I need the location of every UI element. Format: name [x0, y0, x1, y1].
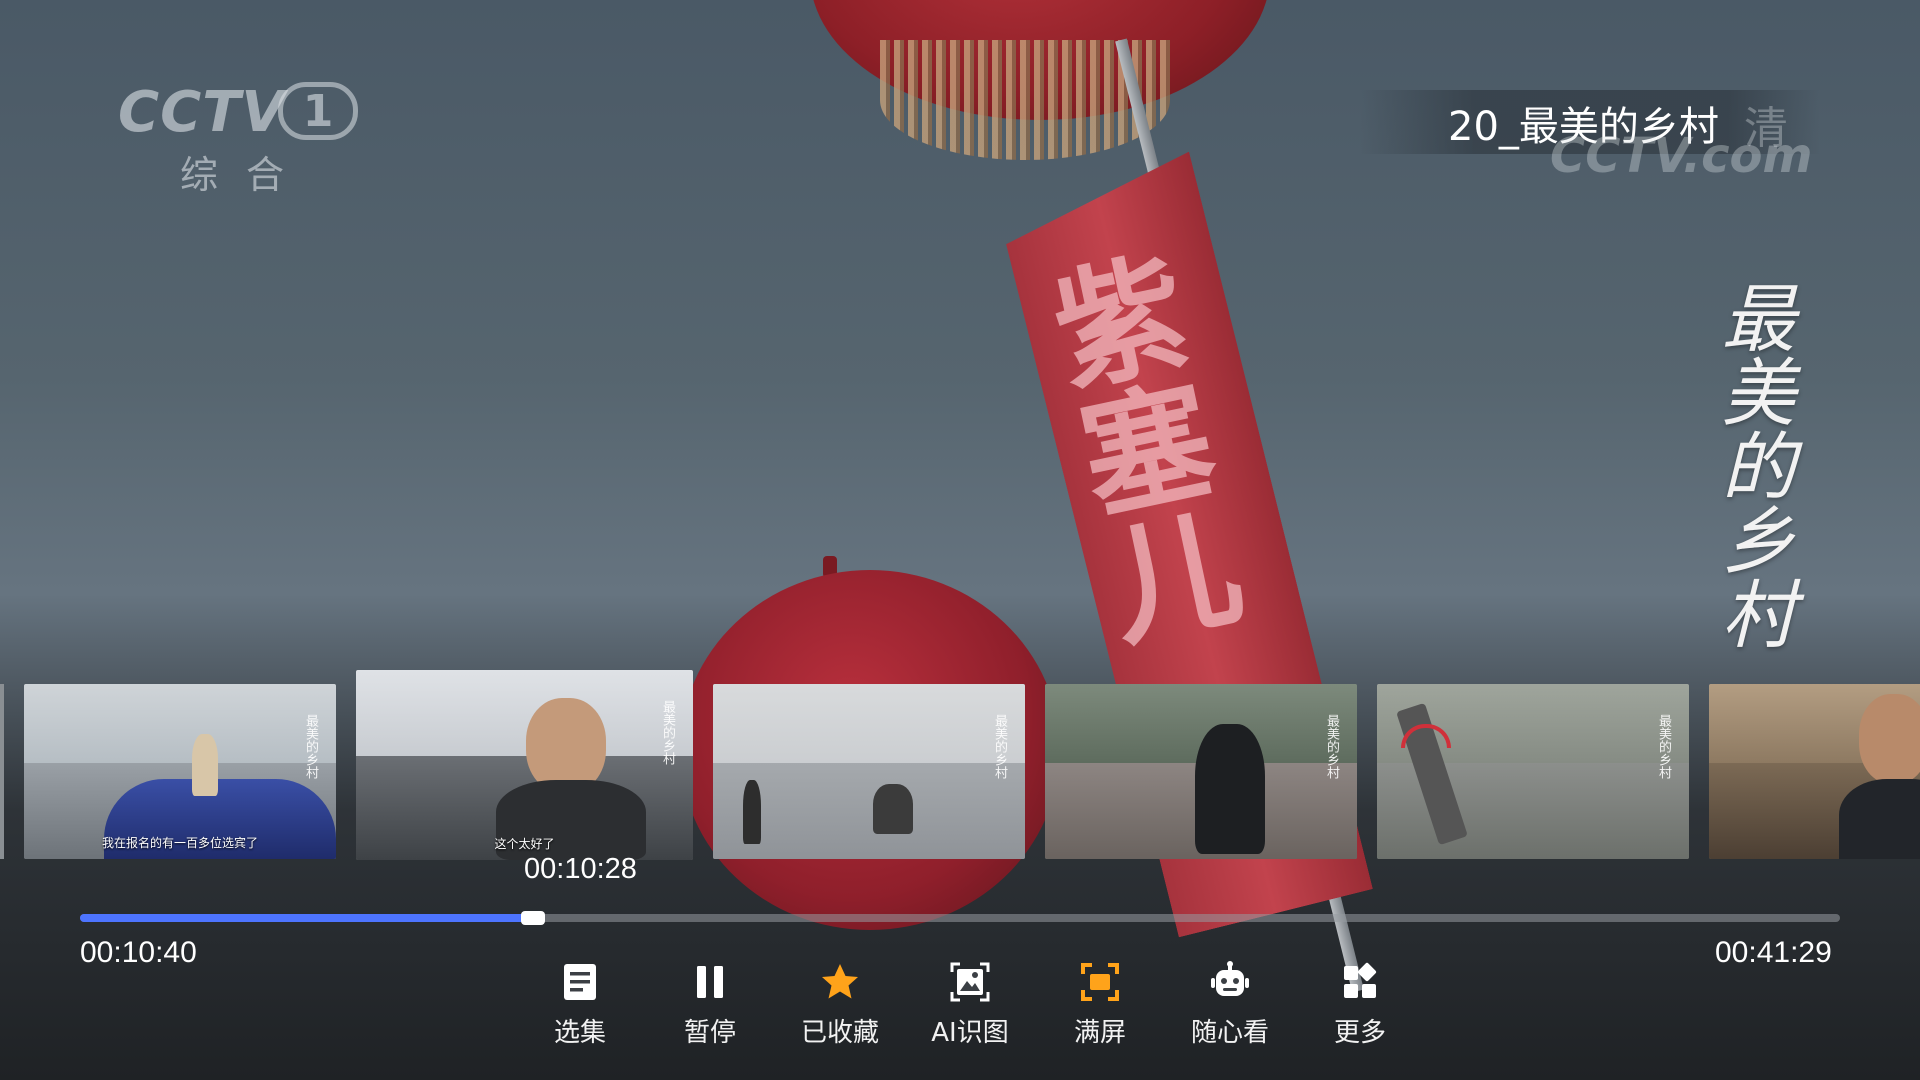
person-jacket [1839, 779, 1920, 859]
more-button[interactable]: 更多 [1300, 956, 1420, 1056]
thumbnail[interactable] [1709, 684, 1920, 859]
person [743, 780, 761, 844]
channel-brand: CCTV [118, 80, 286, 145]
episodes-button[interactable]: 选集 [520, 956, 640, 1056]
channel-number: 1 [278, 82, 358, 140]
pause-button[interactable]: 暂停 [650, 956, 770, 1056]
crowd [873, 784, 913, 834]
control-bar: 选集 暂停 已收藏 AI识图 满屏 随心看 更多 [520, 956, 1420, 1056]
person [1195, 724, 1265, 854]
casual-watch-button[interactable]: 随心看 [1170, 956, 1290, 1056]
preview-timestamp: 00:10:28 [524, 853, 637, 885]
person-face [1859, 694, 1920, 784]
thumbnail[interactable]: 最美的乡村 我在报名的有一百多位选宾了 [24, 684, 336, 859]
progress-bar[interactable] [80, 911, 1840, 925]
thumbnail-active[interactable]: 最美的乡村 这个太好了 [356, 670, 693, 860]
ai-recognition-button[interactable]: AI识图 [910, 956, 1030, 1056]
thumbnail-strip[interactable]: 最美的乡村 我在报名的有一百多位选宾了 最美的乡村 这个太好了 最美的乡村 最美… [0, 670, 1920, 870]
thumbnail-subtitle: 我在报名的有一百多位选宾了 [101, 836, 258, 850]
fullscreen-button[interactable]: 满屏 [1040, 956, 1160, 1056]
channel-logo: CCTV 1 综合 [118, 78, 368, 198]
progress-fill [80, 914, 534, 922]
robot-icon [1211, 961, 1249, 996]
thumbnail-subtitle: 这个太好了 [494, 837, 555, 851]
star-icon [822, 964, 858, 999]
episode-list-icon [564, 964, 596, 1000]
progress-handle[interactable] [521, 911, 546, 925]
person-face [526, 698, 606, 793]
video-player[interactable]: 紫塞儿 CCTV 1 综合 20_最美的乡村 清 CCTV.com 最美的乡村 … [0, 0, 1920, 1080]
thumbnail[interactable]: 最美的乡村 [713, 684, 1025, 859]
fullscreen-icon [1081, 963, 1119, 1001]
thumbnail-partial[interactable] [0, 684, 4, 859]
current-time: 00:10:40 [80, 936, 197, 969]
person [192, 734, 218, 796]
site-watermark: CCTV.com [1550, 128, 1813, 184]
image-recognition-icon [950, 962, 990, 1002]
favorite-button[interactable]: 已收藏 [780, 956, 900, 1056]
more-grid-icon [1344, 962, 1377, 998]
program-calligraphy-title: 最美的乡村 [1709, 280, 1795, 650]
thumbnail[interactable]: 最美的乡村 [1377, 684, 1689, 859]
pause-icon [697, 966, 723, 998]
total-time: 00:41:29 [1715, 936, 1832, 969]
channel-name: 综合 [180, 153, 313, 197]
thumbnail[interactable]: 最美的乡村 [1045, 684, 1357, 859]
